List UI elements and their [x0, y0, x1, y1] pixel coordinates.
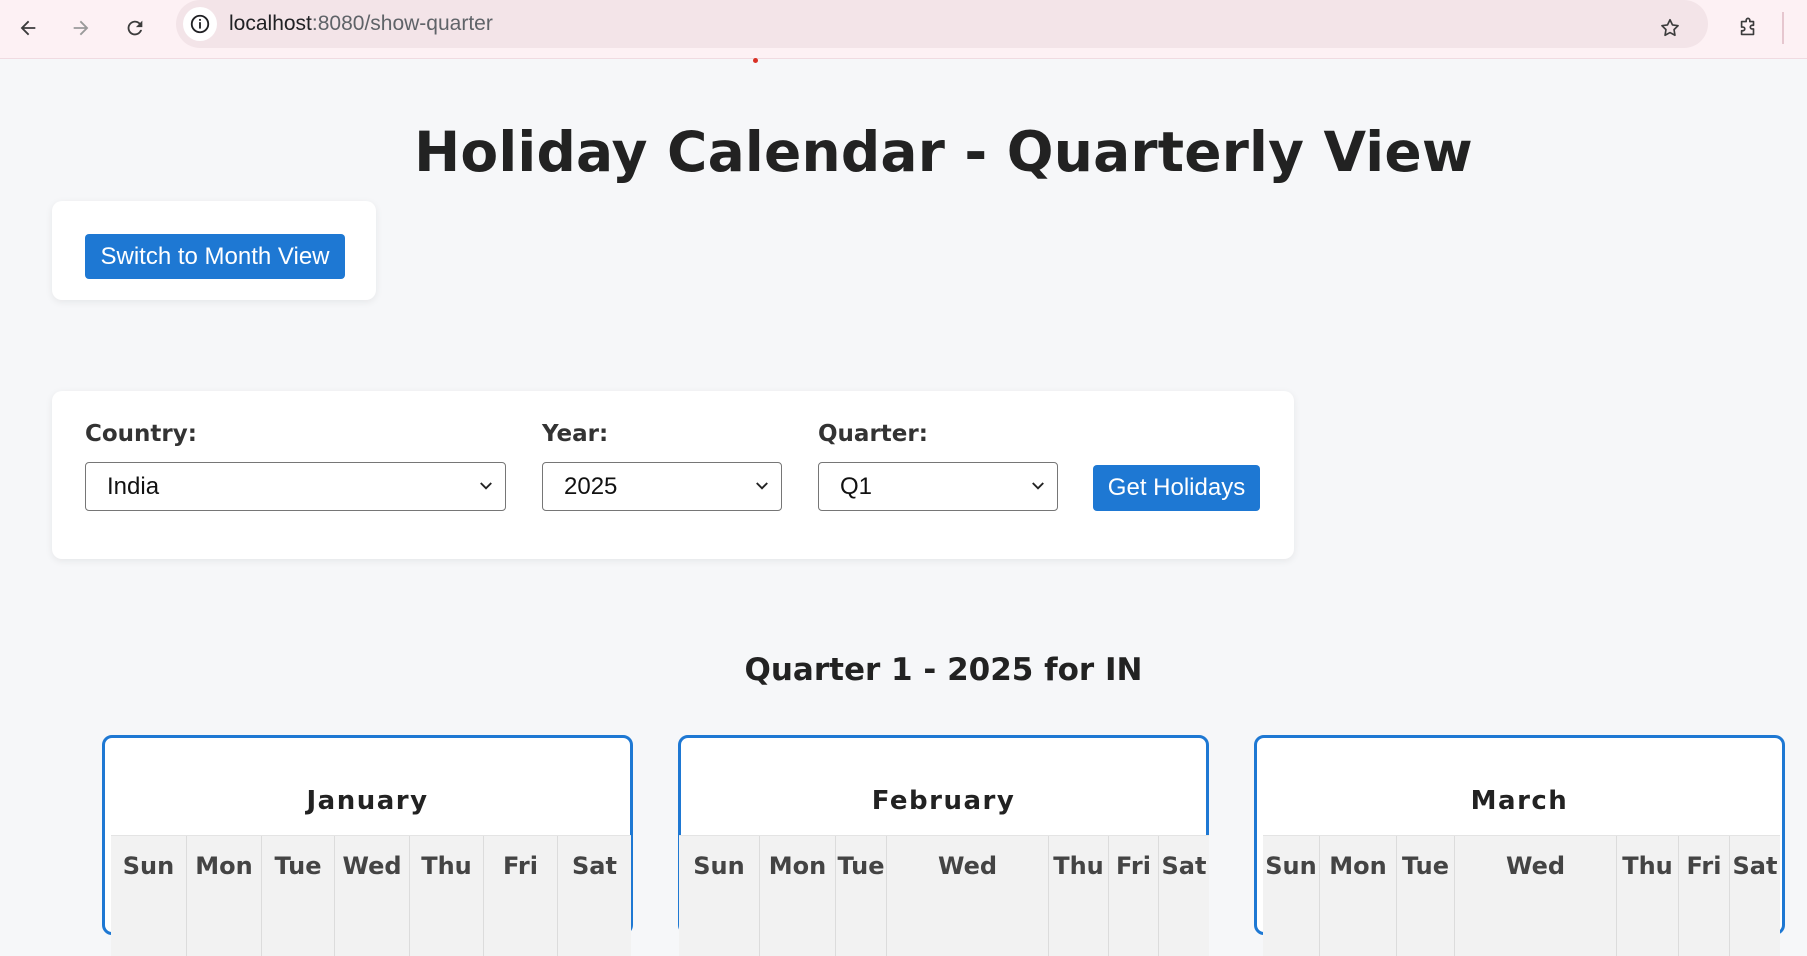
weekday-header: Thu — [410, 836, 484, 956]
quarter-select-value: Q1 — [840, 472, 873, 500]
weekday-header: Fri — [1109, 836, 1159, 956]
weekday-header: Wed — [887, 836, 1049, 956]
weekday-header: Fri — [1679, 836, 1730, 956]
year-select[interactable]: 2025 — [542, 462, 782, 511]
arrow-left-icon — [20, 20, 36, 36]
view-switch-card: Switch to Month View — [52, 201, 376, 300]
url-text: localhost:8080/show-quarter — [229, 12, 493, 36]
get-holidays-button[interactable]: Get Holidays — [1093, 465, 1260, 511]
chevron-down-icon — [480, 482, 492, 490]
arrow-right-icon — [73, 20, 89, 36]
toolbar-divider — [1782, 12, 1784, 44]
weekday-header: Wed — [335, 836, 410, 956]
site-info-icon[interactable] — [183, 7, 217, 41]
quarter-heading: Quarter 1 - 2025 for IN — [744, 652, 1143, 688]
country-select[interactable]: India — [85, 462, 506, 511]
weekday-header-row: Sun Mon Tue Wed Thu Fri Sat — [1263, 835, 1780, 956]
month-name: January — [306, 786, 429, 816]
weekday-header: Thu — [1617, 836, 1679, 956]
weekday-header: Sun — [679, 836, 760, 956]
chevron-down-icon — [1032, 482, 1044, 490]
loading-indicator-dot — [753, 58, 758, 63]
star-icon — [1661, 18, 1679, 37]
weekday-header: Sat — [572, 852, 617, 880]
quarter-select[interactable]: Q1 — [818, 462, 1058, 511]
puzzle-icon — [1740, 17, 1755, 36]
weekday-header: Wed — [1455, 836, 1617, 956]
address-bar[interactable]: localhost:8080/show-quarter — [176, 0, 1708, 48]
month-card-january: January Sun Mon Tue Wed Thu Fri Sat — [102, 735, 633, 956]
weekday-header: Sat — [1161, 852, 1207, 880]
reload-button[interactable] — [115, 8, 155, 48]
browser-toolbar: localhost:8080/show-quarter — [0, 0, 1807, 59]
filter-form-card: Country: India Year: 2025 Quarter: Q1 Ge… — [52, 391, 1294, 559]
year-select-value: 2025 — [564, 472, 618, 500]
month-name: February — [871, 786, 1016, 816]
quarter-label: Quarter: — [818, 421, 928, 447]
year-label: Year: — [542, 421, 609, 447]
weekday-header-row: Sun Mon Tue Wed Thu Fri Sat — [111, 835, 631, 956]
chevron-down-icon — [756, 482, 768, 490]
weekday-header: Mon — [760, 836, 836, 956]
weekday-header: Fri — [484, 836, 558, 956]
weekday-header: Tue — [836, 836, 887, 956]
weekday-header: Thu — [1049, 836, 1109, 956]
month-card-march: March Sun Mon Tue Wed Thu Fri Sat — [1254, 735, 1785, 956]
weekday-header: Mon — [1320, 836, 1397, 956]
page-title: Holiday Calendar - Quarterly View — [414, 120, 1473, 184]
weekday-header: Sun — [1263, 836, 1320, 956]
country-label: Country: — [85, 421, 197, 447]
weekday-header: Sun — [111, 836, 187, 956]
switch-to-month-view-button[interactable]: Switch to Month View — [85, 234, 345, 279]
forward-button[interactable] — [61, 8, 101, 48]
url-host: localhost — [229, 12, 312, 35]
month-card-february: February Sun Mon Tue Wed Thu Fri Sat — [678, 735, 1209, 956]
bookmark-star-button[interactable] — [1650, 8, 1690, 48]
weekday-header: Sat — [1732, 852, 1778, 880]
extensions-button[interactable] — [1728, 8, 1768, 48]
reload-icon — [127, 20, 143, 36]
weekday-header: Tue — [262, 836, 335, 956]
weekday-header: Mon — [187, 836, 262, 956]
weekday-header-row: Sun Mon Tue Wed Thu Fri Sat — [679, 835, 1209, 956]
back-button[interactable] — [8, 8, 48, 48]
month-name: March — [1470, 786, 1569, 816]
weekday-header: Tue — [1397, 836, 1455, 956]
country-select-value: India — [107, 472, 160, 500]
url-path: :8080/show-quarter — [311, 12, 493, 35]
